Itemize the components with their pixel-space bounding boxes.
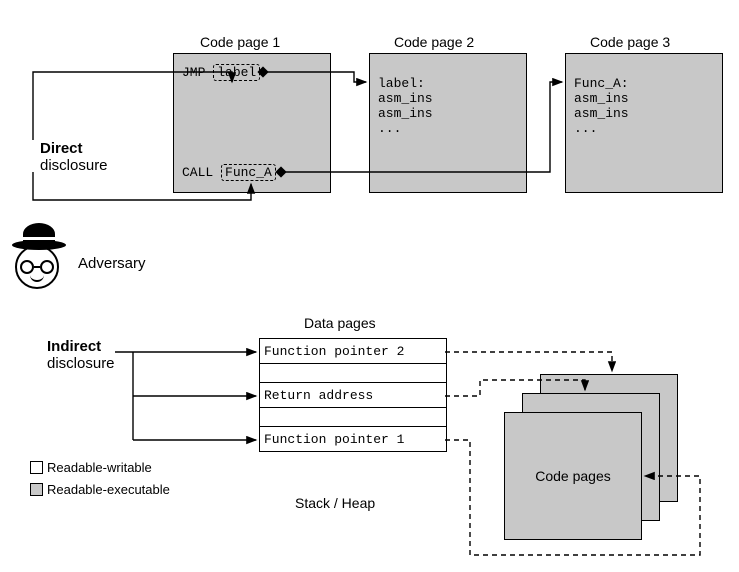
direct-rest: disclosure — [40, 157, 108, 174]
p2-content: label: asm_ins asm_ins ... — [378, 76, 433, 136]
p2-line-4: ... — [378, 121, 433, 136]
p3-line-3: asm_ins — [574, 106, 629, 121]
code-pages-stack-front: Code pages — [504, 412, 642, 540]
direct-bold: Direct — [40, 140, 83, 157]
p3-content: Func_A: asm_ins asm_ins ... — [574, 76, 629, 136]
data-gap-2 — [260, 408, 446, 426]
data-pages-label: Data pages — [304, 315, 376, 331]
indirect-bold: Indirect — [47, 338, 101, 355]
p3-line-2: asm_ins — [574, 91, 629, 106]
p1-ins2-arg: Func_A — [225, 165, 272, 180]
code-page-3-title: Code page 3 — [590, 34, 670, 50]
legend-rx: Readable-executable — [30, 482, 170, 497]
data-row-ret-text: Return address — [264, 388, 373, 403]
data-pages-table: Function pointer 2 Return address Functi… — [259, 338, 447, 452]
data-row-fp1: Function pointer 1 — [260, 426, 446, 452]
data-gap-1 — [260, 364, 446, 382]
p1-ins2-arg-box: Func_A — [221, 164, 276, 181]
data-row-ret: Return address — [260, 382, 446, 408]
data-row-fp1-text: Function pointer 1 — [264, 432, 404, 447]
data-row-fp2: Function pointer 2 — [260, 338, 446, 364]
p2-line-3: asm_ins — [378, 106, 433, 121]
p1-ins2-op: CALL — [182, 165, 213, 180]
p1-instruction-1: JMP label — [182, 64, 260, 81]
p3-line-1: Func_A: — [574, 76, 629, 91]
stack-heap-label: Stack / Heap — [295, 495, 375, 511]
legend-rx-swatch — [30, 483, 43, 496]
indirect-rest: disclosure — [47, 355, 115, 372]
p2-line-1: label: — [378, 76, 433, 91]
p3-line-4: ... — [574, 121, 629, 136]
code-page-3: Func_A: asm_ins asm_ins ... — [565, 53, 723, 193]
adversary-label: Adversary — [78, 255, 146, 272]
p1-instruction-2: CALL Func_A — [182, 164, 276, 181]
adversary-icon — [10, 220, 68, 298]
code-page-1-title: Code page 1 — [200, 34, 280, 50]
data-row-fp2-text: Function pointer 2 — [264, 344, 404, 359]
code-pages-stack-label: Code pages — [535, 468, 611, 484]
code-page-2-title: Code page 2 — [394, 34, 474, 50]
p2-line-2: asm_ins — [378, 91, 433, 106]
p1-ins1-arg-box: label — [213, 64, 260, 81]
direct-disclosure-label: Direct disclosure — [40, 140, 108, 175]
code-page-2: label: asm_ins asm_ins ... — [369, 53, 527, 193]
p1-ins1-arg: label — [217, 65, 256, 80]
code-page-1: JMP label CALL Func_A — [173, 53, 331, 193]
legend-rx-text: Readable-executable — [47, 482, 170, 497]
indirect-disclosure-label: Indirect disclosure — [47, 338, 115, 373]
legend-rw: Readable-writable — [30, 460, 152, 475]
legend-rw-text: Readable-writable — [47, 460, 152, 475]
legend-rw-swatch — [30, 461, 43, 474]
p1-ins1-op: JMP — [182, 65, 205, 80]
